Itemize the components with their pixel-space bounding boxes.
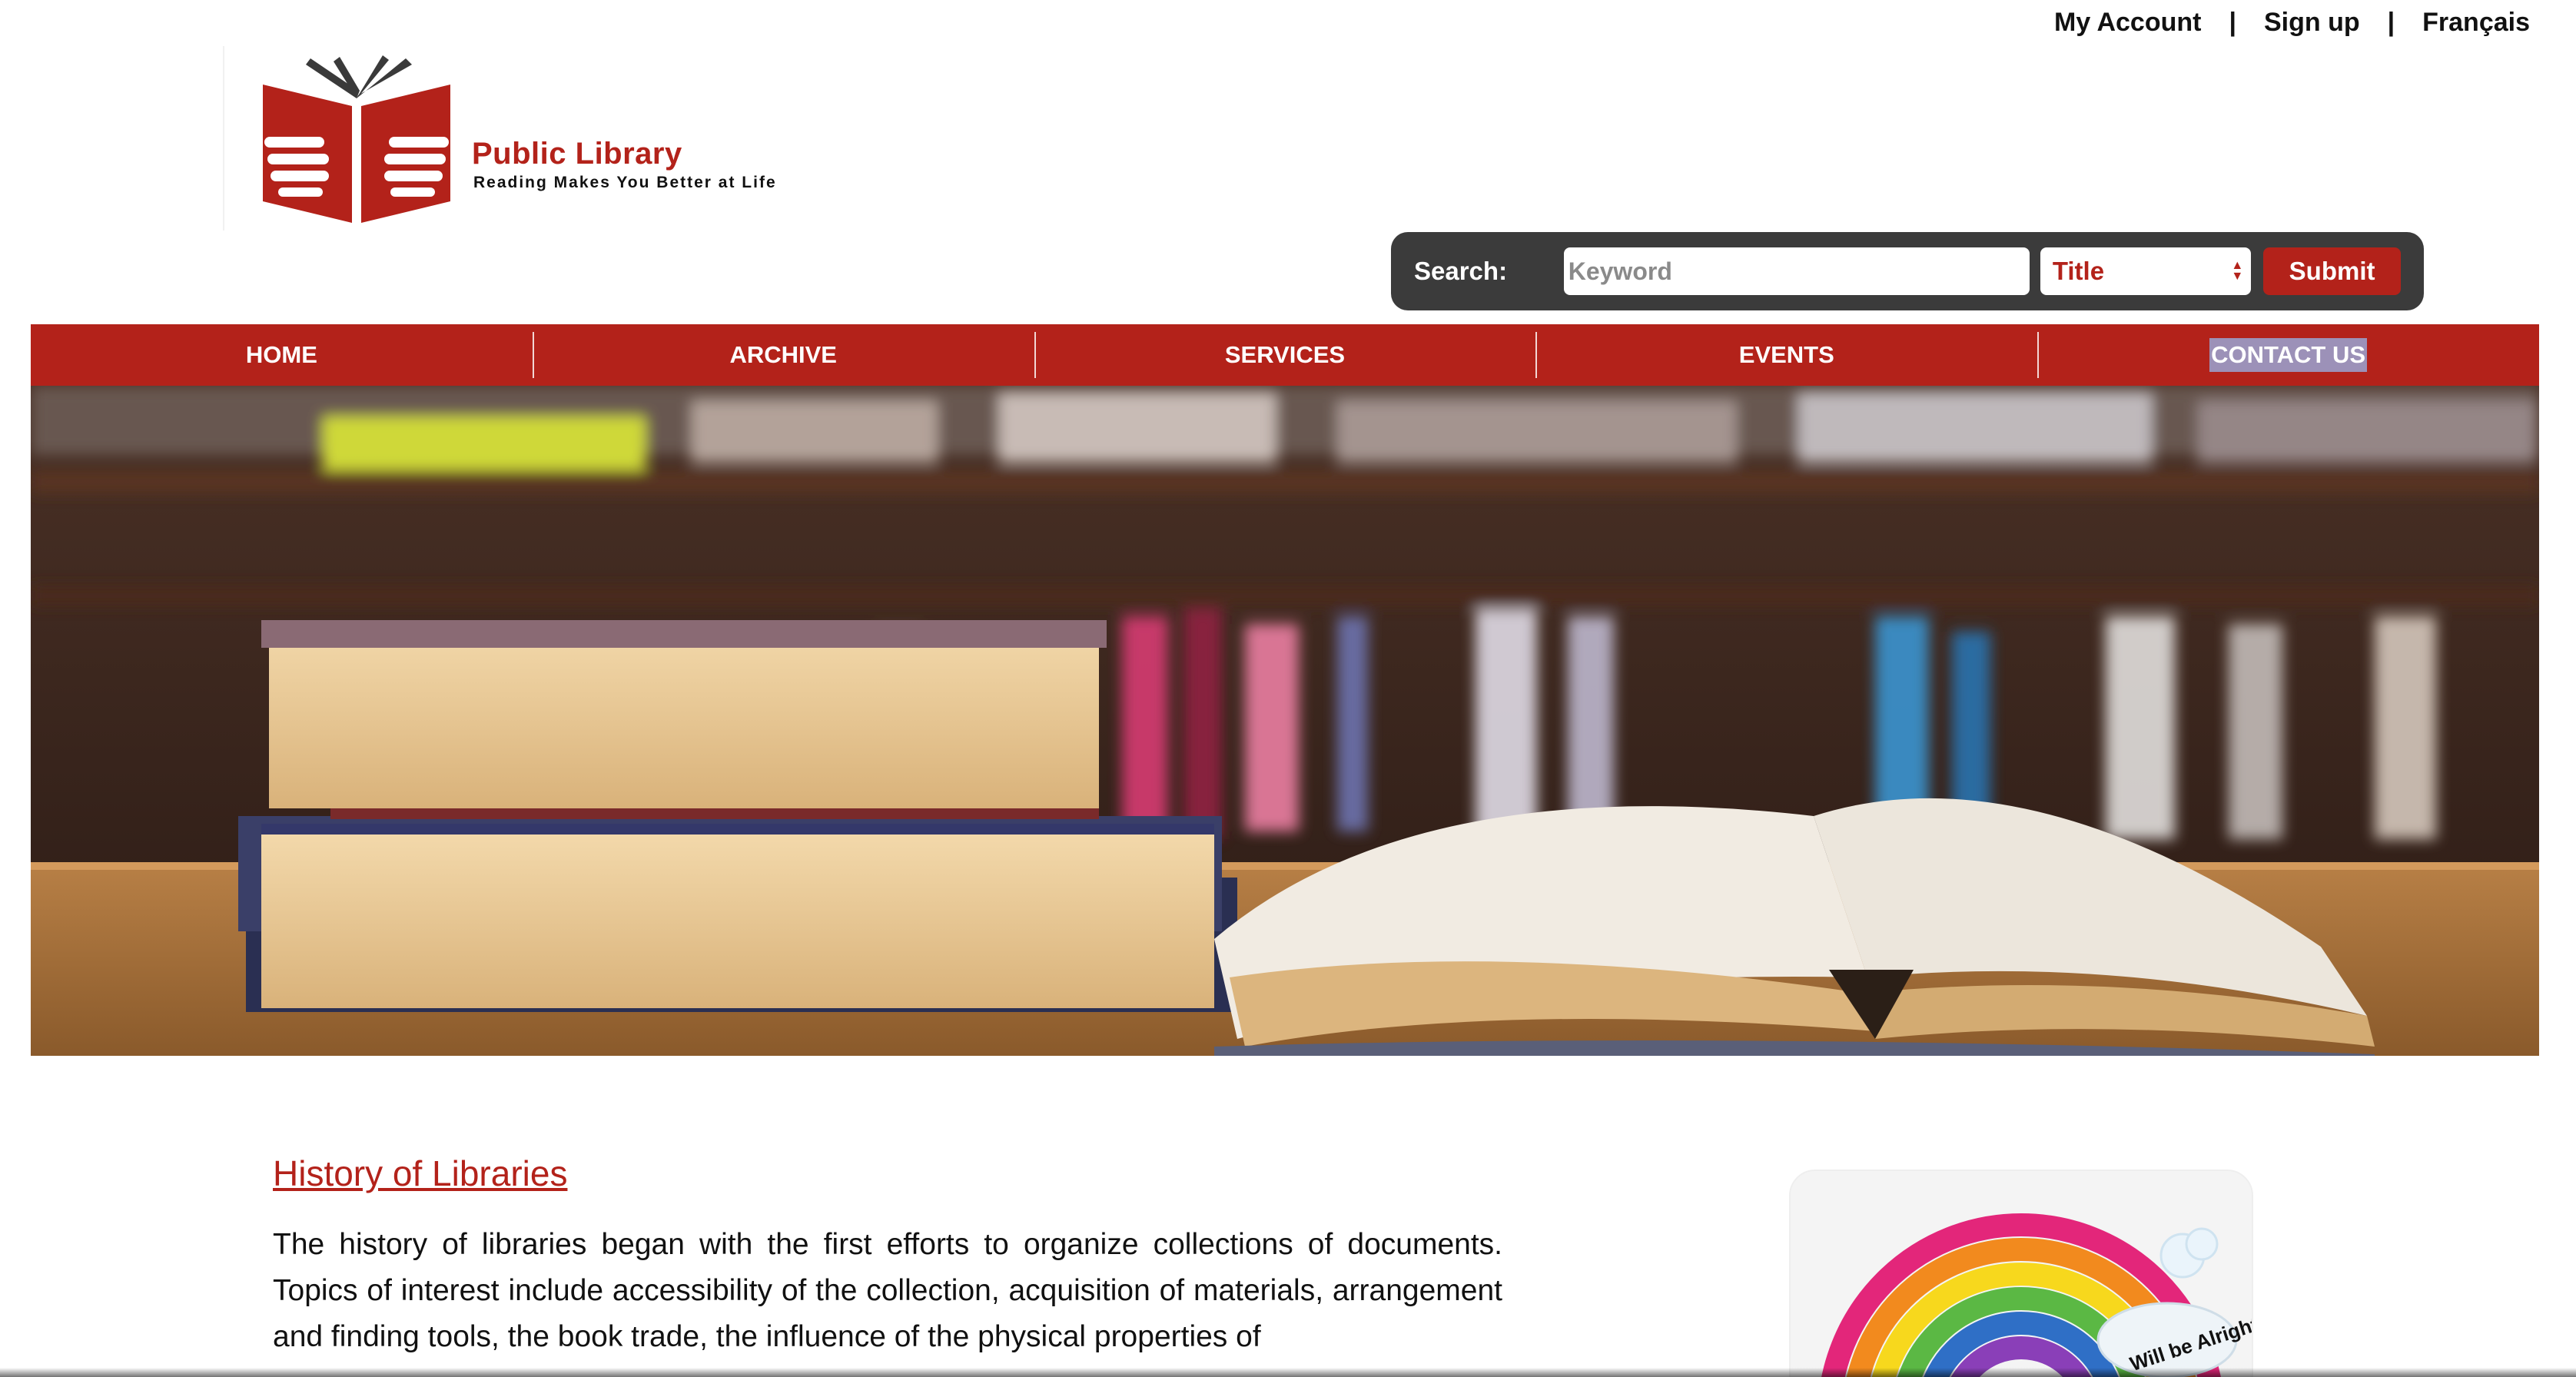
separator: | xyxy=(2387,8,2395,37)
top-utility-bar: My Account | Sign up | Français xyxy=(2054,8,2530,38)
select-arrows-icon: ▲ ▼ xyxy=(2231,259,2244,283)
search-label: Search: xyxy=(1414,257,1508,285)
rainbow-promo-image[interactable]: Will be Alright! xyxy=(1789,1170,2253,1377)
open-book-hands-icon xyxy=(263,55,450,224)
sign-up-link[interactable]: Sign up xyxy=(2264,8,2360,38)
site-logo[interactable]: Public Library Reading Makes You Better … xyxy=(223,46,838,231)
language-link[interactable]: Français xyxy=(2422,8,2530,38)
article-title-link[interactable]: History of Libraries xyxy=(273,1153,567,1194)
logo-tagline: Reading Makes You Better at Life xyxy=(473,174,777,191)
search-input[interactable] xyxy=(1563,247,2030,295)
search-field-value: Title xyxy=(2052,257,2105,285)
my-account-link[interactable]: My Account xyxy=(2054,8,2201,38)
nav-item-events[interactable]: EVENTS xyxy=(1535,324,2037,386)
submit-button[interactable]: Submit xyxy=(2263,247,2401,295)
search-bar: Search: Title ▲▼ Submit xyxy=(1391,232,2424,310)
rainbow-illustration: Will be Alright! xyxy=(1791,1171,2252,1377)
separator: | xyxy=(2229,8,2236,37)
article-body: The history of libraries began with the … xyxy=(273,1228,1502,1353)
search-field-select[interactable]: Title ▲ ▼ xyxy=(2040,247,2252,295)
nav-item-services[interactable]: SERVICES xyxy=(1034,324,1536,386)
books-on-table-photo xyxy=(31,386,2539,1056)
main-nav: HOME ARCHIVE SERVICES EVENTS CONTACT US xyxy=(31,324,2539,386)
nav-item-home[interactable]: HOME xyxy=(31,324,533,386)
logo-title: Public Library xyxy=(472,137,682,171)
nav-item-contact-us[interactable]: CONTACT US xyxy=(2037,324,2539,386)
bottom-edge-shadow xyxy=(0,1368,2576,1377)
hero-banner xyxy=(31,386,2539,1056)
nav-item-archive[interactable]: ARCHIVE xyxy=(532,324,1034,386)
